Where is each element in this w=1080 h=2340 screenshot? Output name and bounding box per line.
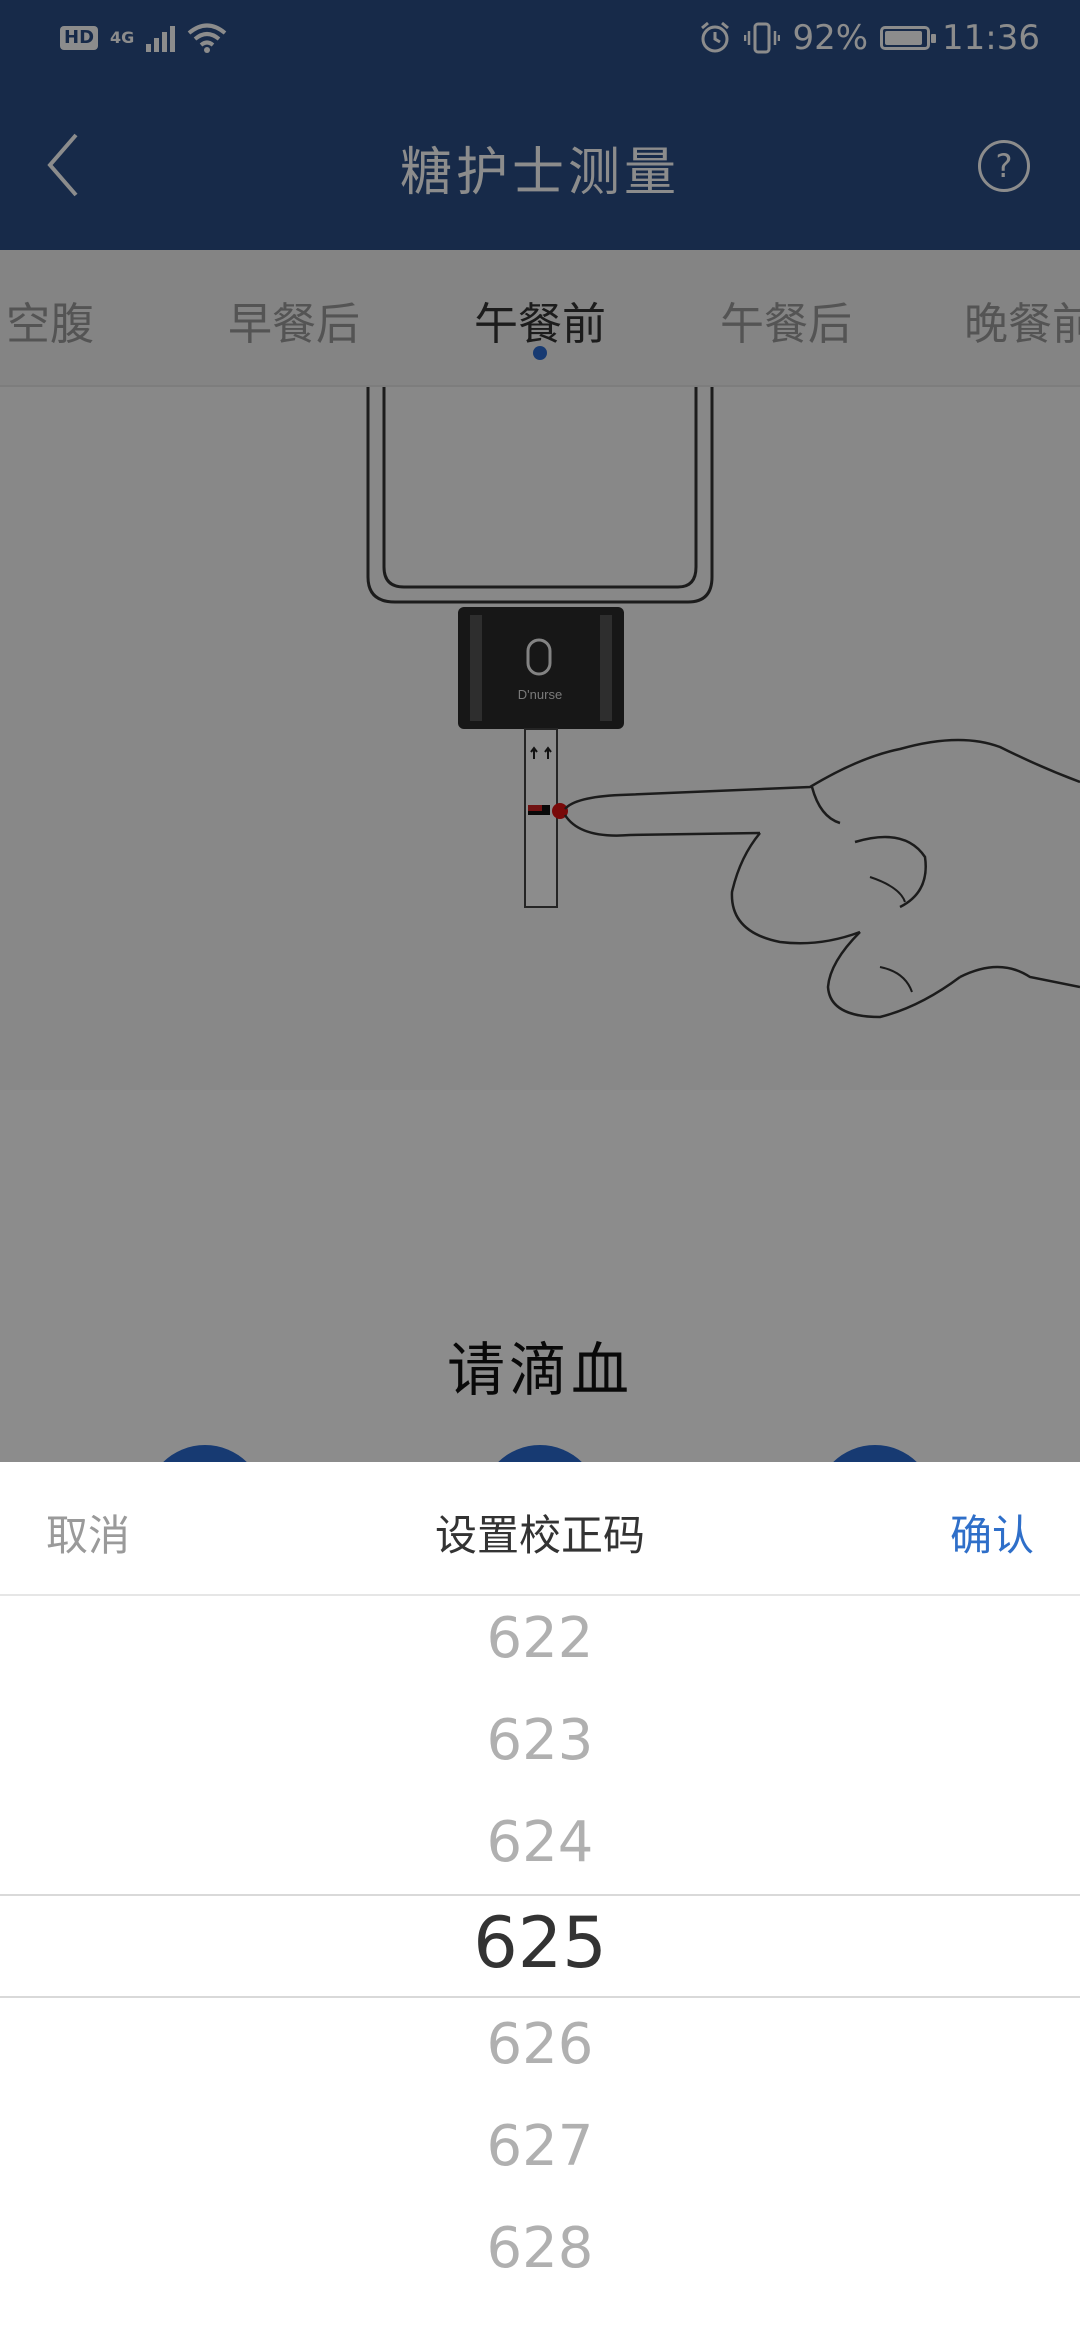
picker-title: 设置校正码 (434, 1511, 645, 1560)
selection-line-bottom (0, 1996, 1080, 1998)
picker-option[interactable]: 628 (0, 2216, 1080, 2281)
calibration-code-picker-sheet: 取消 设置校正码 确认 622 623 624 625 626 627 628 (0, 1462, 1080, 2340)
confirm-button[interactable]: 确认 (950, 1502, 1034, 1563)
modal-backdrop[interactable] (0, 0, 1080, 1462)
picker-option[interactable]: 626 (0, 2012, 1080, 2077)
selection-line-top (0, 1894, 1080, 1896)
number-wheel-picker[interactable]: 622 623 624 625 626 627 628 (0, 1596, 1080, 2340)
app-root: HD 4G 92% 11:36 糖护士测量 ? 空腹 早餐后 午餐前 午餐后 晚… (0, 0, 1080, 2340)
picker-option[interactable]: 627 (0, 2114, 1080, 2179)
picker-option[interactable]: 623 (0, 1708, 1080, 1773)
picker-option[interactable]: 622 (0, 1606, 1080, 1671)
picker-option[interactable]: 624 (0, 1810, 1080, 1875)
picker-header: 取消 设置校正码 确认 (0, 1462, 1080, 1596)
picker-option-selected[interactable]: 625 (0, 1902, 1080, 1984)
